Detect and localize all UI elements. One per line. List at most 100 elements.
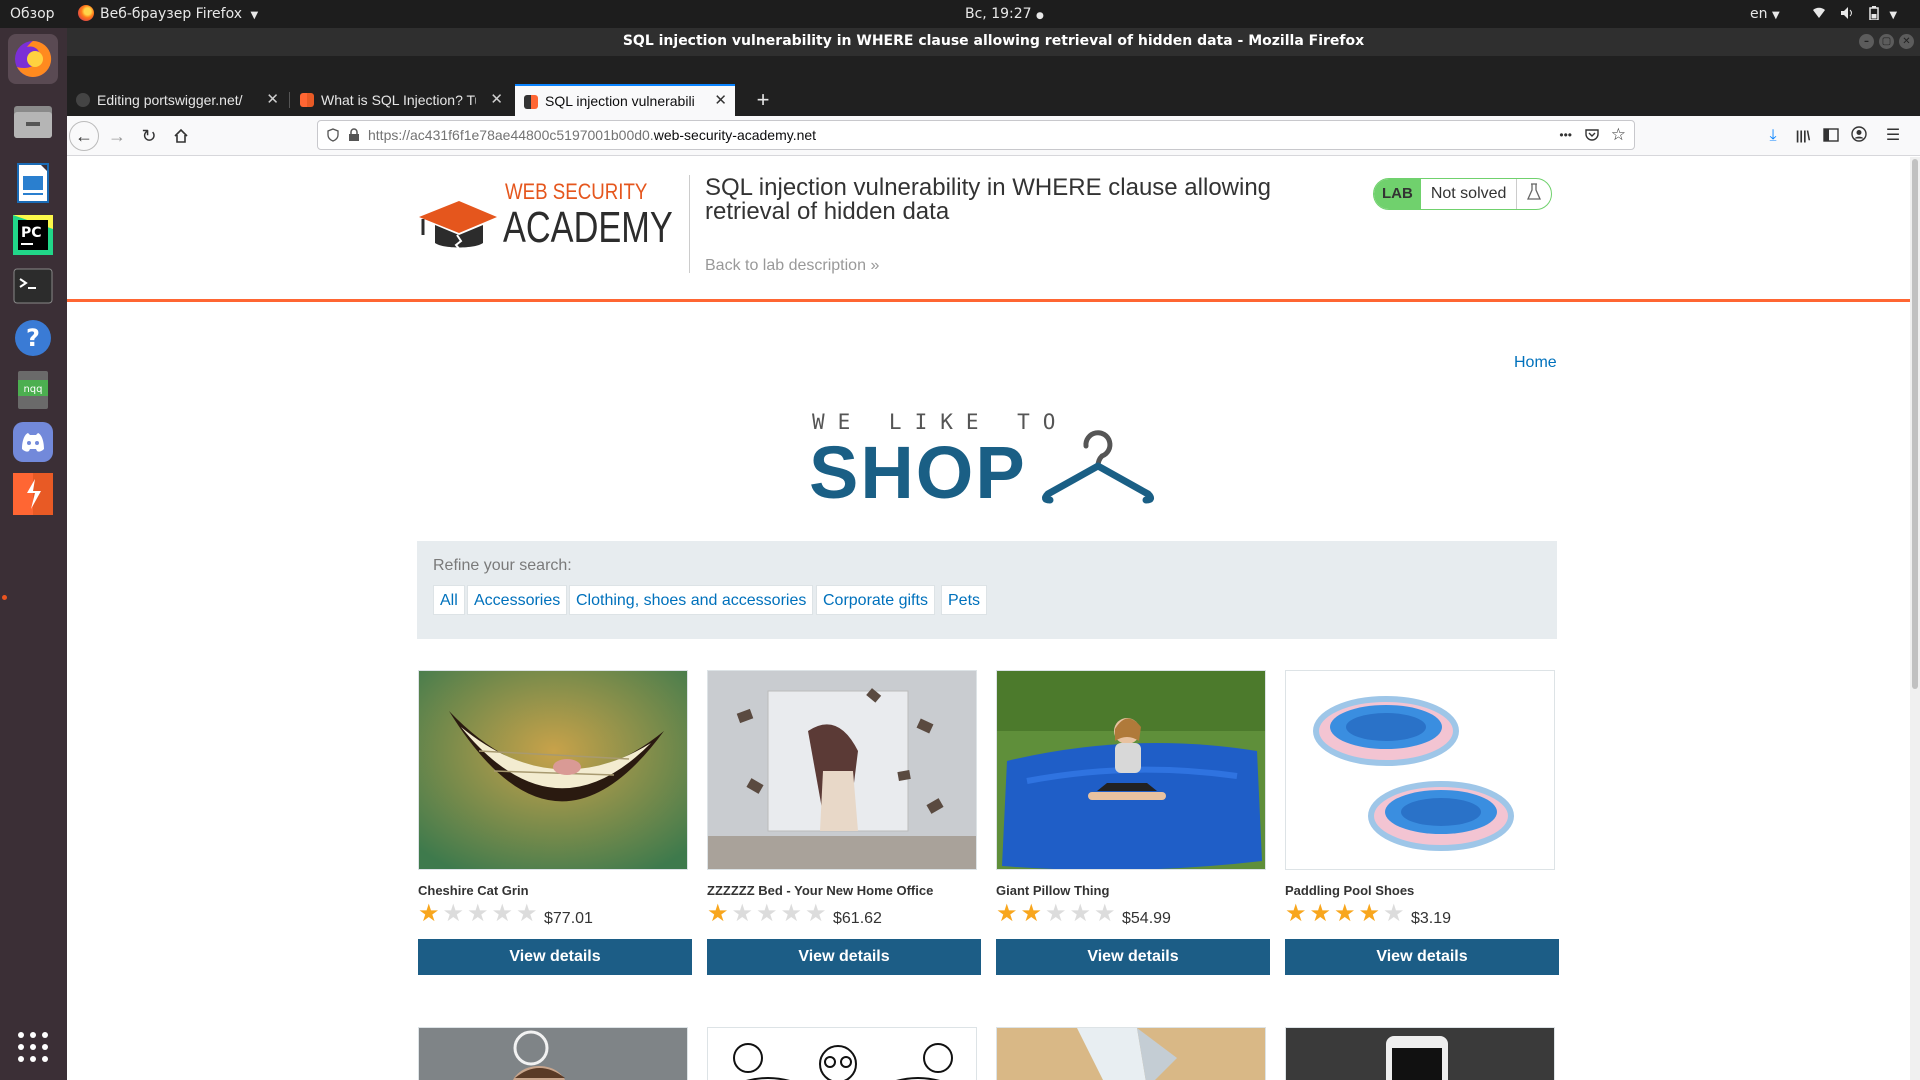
dock-help[interactable]: ? (8, 313, 58, 363)
tab-what-is-sqli[interactable]: What is SQL Injection? Tu ✕ (291, 84, 511, 116)
url-bar[interactable]: https://ac431f6f1e78ae44800c5197001b00d0… (317, 120, 1635, 150)
portswigger-icon (524, 95, 538, 109)
product-rating: ★ ★ ★ ★ ★ (707, 900, 830, 927)
product-price: $77.01 (544, 910, 593, 927)
clock-text: Вс, 19:27 (965, 6, 1032, 22)
filter-accessories[interactable]: Accessories (467, 585, 568, 615)
double-chevron-right-icon: » (870, 257, 880, 274)
page-actions-icon[interactable]: ••• (1559, 121, 1572, 149)
tab-separator (289, 92, 290, 108)
filter-all[interactable]: All (433, 585, 465, 615)
back-button[interactable]: ← (69, 121, 99, 151)
svg-text:?: ? (26, 324, 40, 352)
view-details-button[interactable]: View details (707, 939, 981, 975)
tab-editing-portswigger[interactable]: Editing portswigger.net/ ✕ (67, 84, 287, 116)
library-button[interactable]: |||\ (1789, 120, 1817, 152)
page-scrollbar[interactable] (1910, 157, 1920, 1080)
star-empty-icon: ★ (756, 900, 778, 927)
new-tab-button[interactable]: + (747, 84, 779, 116)
account-button[interactable] (1845, 120, 1873, 152)
reload-button[interactable]: ↻ (133, 120, 165, 152)
view-details-button[interactable]: View details (1285, 939, 1559, 975)
lab-status-widget: LAB Not solved (1373, 178, 1553, 210)
downloads-button[interactable]: ⤓ (1759, 120, 1787, 152)
dock-terminal[interactable] (8, 261, 58, 311)
back-to-lab-description-link[interactable]: Back to lab description » (705, 257, 879, 275)
sidebar-icon (1823, 128, 1839, 142)
maximize-button[interactable]: ▢ (1879, 34, 1894, 49)
tab-label: Editing portswigger.net/ (97, 92, 243, 108)
product-rating: ★ ★ ★ ★ ★ (1285, 900, 1408, 927)
url-prefix: https://ac431f6f1e78ae44800c5197001b00d0… (368, 127, 654, 143)
logo-text-top: WEB SECURITY (505, 179, 648, 204)
graduation-cap-icon (419, 201, 497, 252)
home-icon (174, 128, 188, 143)
star-empty-icon: ★ (731, 900, 754, 927)
library-icon: |||\ (1795, 128, 1811, 143)
we-like-to-shop-logo: WE LIKE TO SHOP (809, 410, 1172, 520)
github-icon (76, 93, 90, 107)
star-filled-icon: ★ (1020, 900, 1043, 927)
star-empty-icon: ★ (442, 900, 465, 927)
filter-clothing-shoes-accessories[interactable]: Clothing, shoes and accessories (569, 585, 814, 615)
download-arrow-icon: ⤓ (1769, 127, 1777, 144)
star-empty-icon: ★ (491, 900, 514, 927)
dock-firefox[interactable] (8, 34, 58, 84)
filter-corporate-gifts[interactable]: Corporate gifts (816, 585, 935, 615)
star-empty-icon: ★ (1069, 900, 1092, 927)
volume-icon (1841, 7, 1853, 19)
show-applications-button[interactable] (8, 1022, 58, 1072)
product-rating: ★ ★ ★ ★ ★ (418, 900, 541, 927)
shop-word: SHOP (809, 431, 1027, 514)
product-price: $54.99 (1122, 910, 1171, 927)
svg-text:PC: PC (21, 225, 42, 241)
product-image-cheshire-cat-grin (418, 670, 688, 870)
activities-button[interactable]: Обзор (10, 0, 55, 28)
dock-discord[interactable] (8, 417, 58, 467)
star-empty-icon: ★ (1094, 900, 1116, 927)
sidebar-button[interactable] (1817, 120, 1845, 152)
star-empty-icon: ★ (780, 900, 803, 927)
close-tab-icon[interactable]: ✕ (714, 86, 727, 116)
language-indicator[interactable]: en ▼ (1750, 0, 1780, 28)
star-filled-icon: ★ (1358, 900, 1381, 927)
firefox-icon (15, 40, 52, 77)
pocket-icon[interactable] (1584, 127, 1600, 143)
forward-button[interactable]: → (101, 120, 133, 152)
app-menu-button[interactable]: ☰ (1879, 120, 1907, 152)
home-button[interactable] (165, 120, 197, 152)
file-manager-icon (14, 106, 52, 138)
star-empty-icon: ★ (1383, 900, 1405, 927)
close-tab-icon[interactable]: ✕ (266, 84, 279, 116)
close-tab-icon[interactable]: ✕ (490, 84, 503, 116)
star-filled-icon: ★ (1334, 900, 1356, 927)
portswigger-icon (300, 93, 314, 107)
tab-label: SQL injection vulnerabili (545, 93, 695, 109)
system-tray[interactable]: ▼ (1812, 0, 1897, 28)
view-details-button[interactable]: View details (996, 939, 1270, 975)
bookmark-star-icon[interactable]: ☆ (1611, 121, 1626, 149)
filter-pets[interactable]: Pets (941, 585, 988, 615)
web-security-academy-logo[interactable]: WEB SECURITY ACADEMY (417, 175, 692, 275)
dock-pycharm[interactable]: PC (8, 210, 58, 260)
tab-sql-injection-lab[interactable]: SQL injection vulnerabili ✕ (515, 84, 735, 116)
academy-header: WEB SECURITY ACADEMY SQL injection vulne… (67, 157, 1910, 302)
home-link[interactable]: Home (1514, 354, 1557, 372)
close-window-button[interactable]: ✕ (1899, 34, 1914, 49)
tab-strip: Editing portswigger.net/ ✕ What is SQL I… (67, 56, 1920, 116)
dock-burp[interactable] (8, 469, 58, 519)
star-filled-icon: ★ (418, 900, 440, 927)
logo-text-bottom: ACADEMY (503, 203, 673, 252)
plus-icon: + (756, 87, 770, 112)
dock-writer[interactable] (8, 158, 58, 208)
url-domain: web-security-academy.net (653, 127, 817, 143)
dock-files[interactable] (8, 96, 58, 146)
minimize-button[interactable]: – (1859, 34, 1874, 49)
clock[interactable]: Вс, 19:27 ● (965, 0, 1044, 28)
app-grid-icon (18, 1032, 48, 1062)
dock-nqq[interactable]: nqq (8, 365, 58, 415)
system-top-bar: Обзор Веб-браузер Firefox ▼ Вс, 19:27 ● … (0, 0, 1920, 28)
scrollbar-thumb[interactable] (1912, 159, 1918, 689)
app-menu[interactable]: Веб-браузер Firefox ▼ (78, 0, 258, 28)
view-details-button[interactable]: View details (418, 939, 692, 975)
